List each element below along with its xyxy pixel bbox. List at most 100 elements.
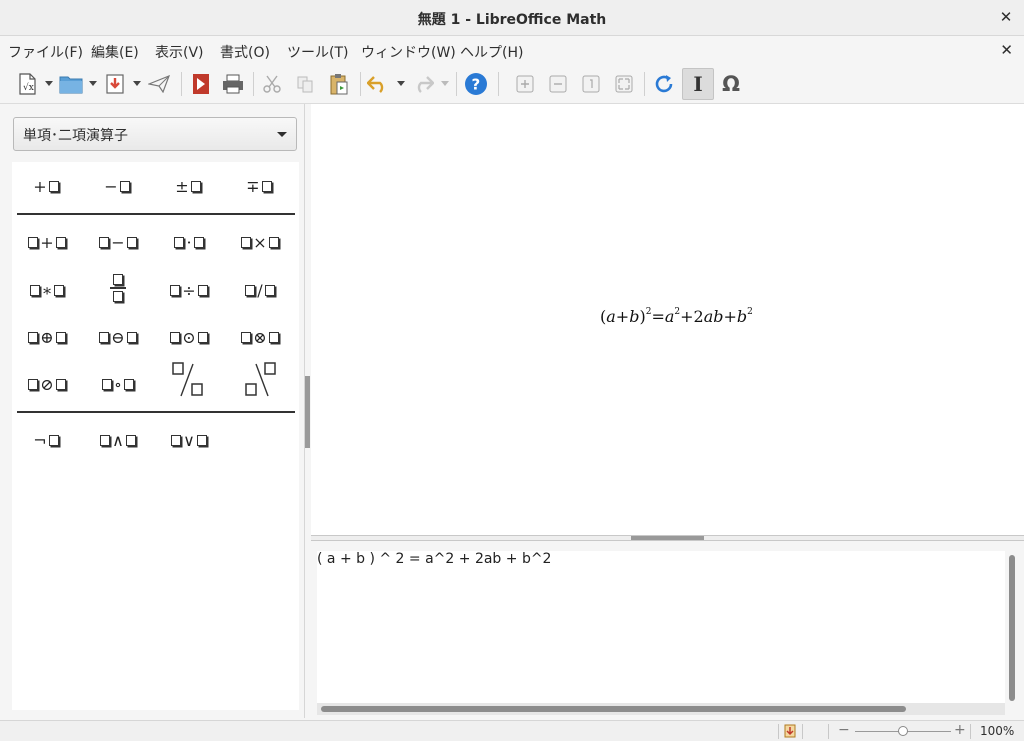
element-composition[interactable]: ∘ xyxy=(88,366,148,402)
redo-icon[interactable] xyxy=(410,71,436,97)
open-dropdown-icon[interactable] xyxy=(89,81,97,87)
menu-file[interactable]: ファイル(F) xyxy=(8,42,83,62)
undo-icon[interactable] xyxy=(365,71,391,97)
toolbar-separator xyxy=(456,72,457,96)
close-document-button[interactable]: ✕ xyxy=(1000,41,1013,59)
status-separator xyxy=(778,724,779,739)
element-addition[interactable]: + xyxy=(17,224,77,260)
menu-help[interactable]: ヘルプ(H) xyxy=(460,42,523,62)
zoom-in-icon[interactable] xyxy=(512,71,538,97)
formula-token: b xyxy=(736,307,748,326)
placeholder-box xyxy=(261,180,272,192)
operator-glyph: · xyxy=(186,232,192,252)
element-slash[interactable]: / xyxy=(230,272,290,308)
element-circled-dot[interactable]: ⊙ xyxy=(159,319,219,355)
svg-text:√x: √x xyxy=(23,82,34,93)
symbols-icon[interactable]: Ω xyxy=(718,71,744,97)
zoom-out-icon[interactable] xyxy=(545,71,571,97)
new-dropdown-icon[interactable] xyxy=(45,81,53,87)
toolbar-separator xyxy=(181,72,182,96)
element-plus-minus[interactable]: ± xyxy=(159,168,219,204)
send-icon[interactable] xyxy=(146,71,172,97)
formula-cursor-icon[interactable]: I xyxy=(682,68,714,100)
toolbar-separator xyxy=(644,72,645,96)
elements-palette: + − ± ∓ + − · × ∗ ÷ / ⊕ ⊖ ⊙ ⊗ ⊘ ∘ ¬ ∧ ∨ xyxy=(12,162,299,710)
wide-slash-icon xyxy=(172,362,203,397)
paste-icon[interactable] xyxy=(326,71,352,97)
menu-bar: ファイル(F) 編集(E) 表示(V) 書式(O) ツール(T) ウィンドウ(W… xyxy=(0,37,1024,64)
operator-glyph: ∧ xyxy=(112,430,124,450)
window-title: 無題 1 - LibreOffice Math xyxy=(417,12,607,28)
open-icon[interactable] xyxy=(58,71,84,97)
element-unary-minus[interactable]: − xyxy=(88,168,148,204)
document-modified-icon[interactable] xyxy=(784,724,796,738)
element-boolean-and[interactable]: ∧ xyxy=(88,422,148,458)
placeholder-box xyxy=(241,236,252,248)
element-category-select[interactable]: 単項･二項演算子 xyxy=(13,117,297,151)
window-close-button[interactable]: ✕ xyxy=(998,8,1014,26)
placeholder-box xyxy=(54,284,65,296)
placeholder-box xyxy=(99,236,110,248)
menu-edit[interactable]: 編集(E) xyxy=(91,42,139,62)
zoom-percentage[interactable]: 100% xyxy=(980,724,1014,738)
standard-toolbar: √x ? I Ω xyxy=(0,64,1024,104)
element-wide-slash[interactable] xyxy=(159,362,219,398)
element-boolean-or[interactable]: ∨ xyxy=(159,422,219,458)
placeholder-box xyxy=(119,180,130,192)
zoom-slider-knob[interactable] xyxy=(898,726,908,736)
zoom-in-button[interactable]: + xyxy=(954,722,966,738)
zoom-out-button[interactable]: − xyxy=(838,722,850,738)
save-icon[interactable] xyxy=(102,71,128,97)
redo-dropdown-icon[interactable] xyxy=(441,81,449,87)
element-fraction[interactable] xyxy=(88,270,148,306)
undo-dropdown-icon[interactable] xyxy=(397,81,405,87)
element-minus-plus[interactable]: ∓ xyxy=(230,168,290,204)
print-icon[interactable] xyxy=(220,71,246,97)
placeholder-box xyxy=(241,331,252,343)
sidebar-splitter-handle[interactable] xyxy=(305,376,310,448)
placeholder-box xyxy=(170,284,181,296)
formula-preview[interactable]: (a+b)2=a2+2ab+b2 xyxy=(311,104,1024,535)
show-all-icon[interactable] xyxy=(578,71,604,97)
command-editor[interactable]: ( a + b ) ^ 2 = a^2 + 2ab + b^2 xyxy=(317,551,1005,704)
placeholder-box xyxy=(190,180,201,192)
element-circled-plus[interactable]: ⊕ xyxy=(17,319,77,355)
horizontal-scrollbar[interactable] xyxy=(321,706,906,712)
update-icon[interactable] xyxy=(651,71,677,97)
element-boolean-not[interactable]: ¬ xyxy=(17,422,77,458)
placeholder-box xyxy=(123,378,134,390)
element-multiplication[interactable]: × xyxy=(230,224,290,260)
save-dropdown-icon[interactable] xyxy=(133,81,141,87)
element-circled-slash[interactable]: ⊘ xyxy=(17,366,77,402)
new-icon[interactable]: √x xyxy=(14,71,40,97)
menu-view[interactable]: 表示(V) xyxy=(155,42,204,62)
formula-token: a xyxy=(606,307,616,326)
element-wide-backslash[interactable] xyxy=(230,362,290,398)
placeholder-box xyxy=(196,434,207,446)
formula-token: b xyxy=(629,307,640,326)
menu-format[interactable]: 書式(O) xyxy=(220,42,270,62)
status-separator xyxy=(802,724,803,739)
splitter-grip[interactable] xyxy=(631,536,704,540)
element-asterisk[interactable]: ∗ xyxy=(17,272,77,308)
help-icon[interactable]: ? xyxy=(463,71,489,97)
palette-divider xyxy=(17,213,295,215)
copy-icon[interactable] xyxy=(292,71,318,97)
menu-window[interactable]: ウィンドウ(W) xyxy=(361,42,456,62)
element-dot-product[interactable]: · xyxy=(159,224,219,260)
command-editor-pane: ( a + b ) ^ 2 = a^2 + 2ab + b^2 xyxy=(311,541,1024,718)
element-subtraction[interactable]: − xyxy=(88,224,148,260)
element-division[interactable]: ÷ xyxy=(159,272,219,308)
vertical-scrollbar[interactable] xyxy=(1009,555,1015,701)
menu-tools[interactable]: ツール(T) xyxy=(287,42,348,62)
cut-icon[interactable] xyxy=(259,71,285,97)
element-circled-minus[interactable]: ⊖ xyxy=(88,319,148,355)
fit-icon[interactable] xyxy=(611,71,637,97)
placeholder-box xyxy=(268,331,279,343)
placeholder-box xyxy=(100,434,111,446)
operator-glyph: ⊕ xyxy=(40,327,54,347)
element-circled-times[interactable]: ⊗ xyxy=(230,319,290,355)
element-unary-plus[interactable]: + xyxy=(17,168,77,204)
formula-token: ab xyxy=(703,307,724,326)
pdf-export-icon[interactable] xyxy=(188,71,214,97)
